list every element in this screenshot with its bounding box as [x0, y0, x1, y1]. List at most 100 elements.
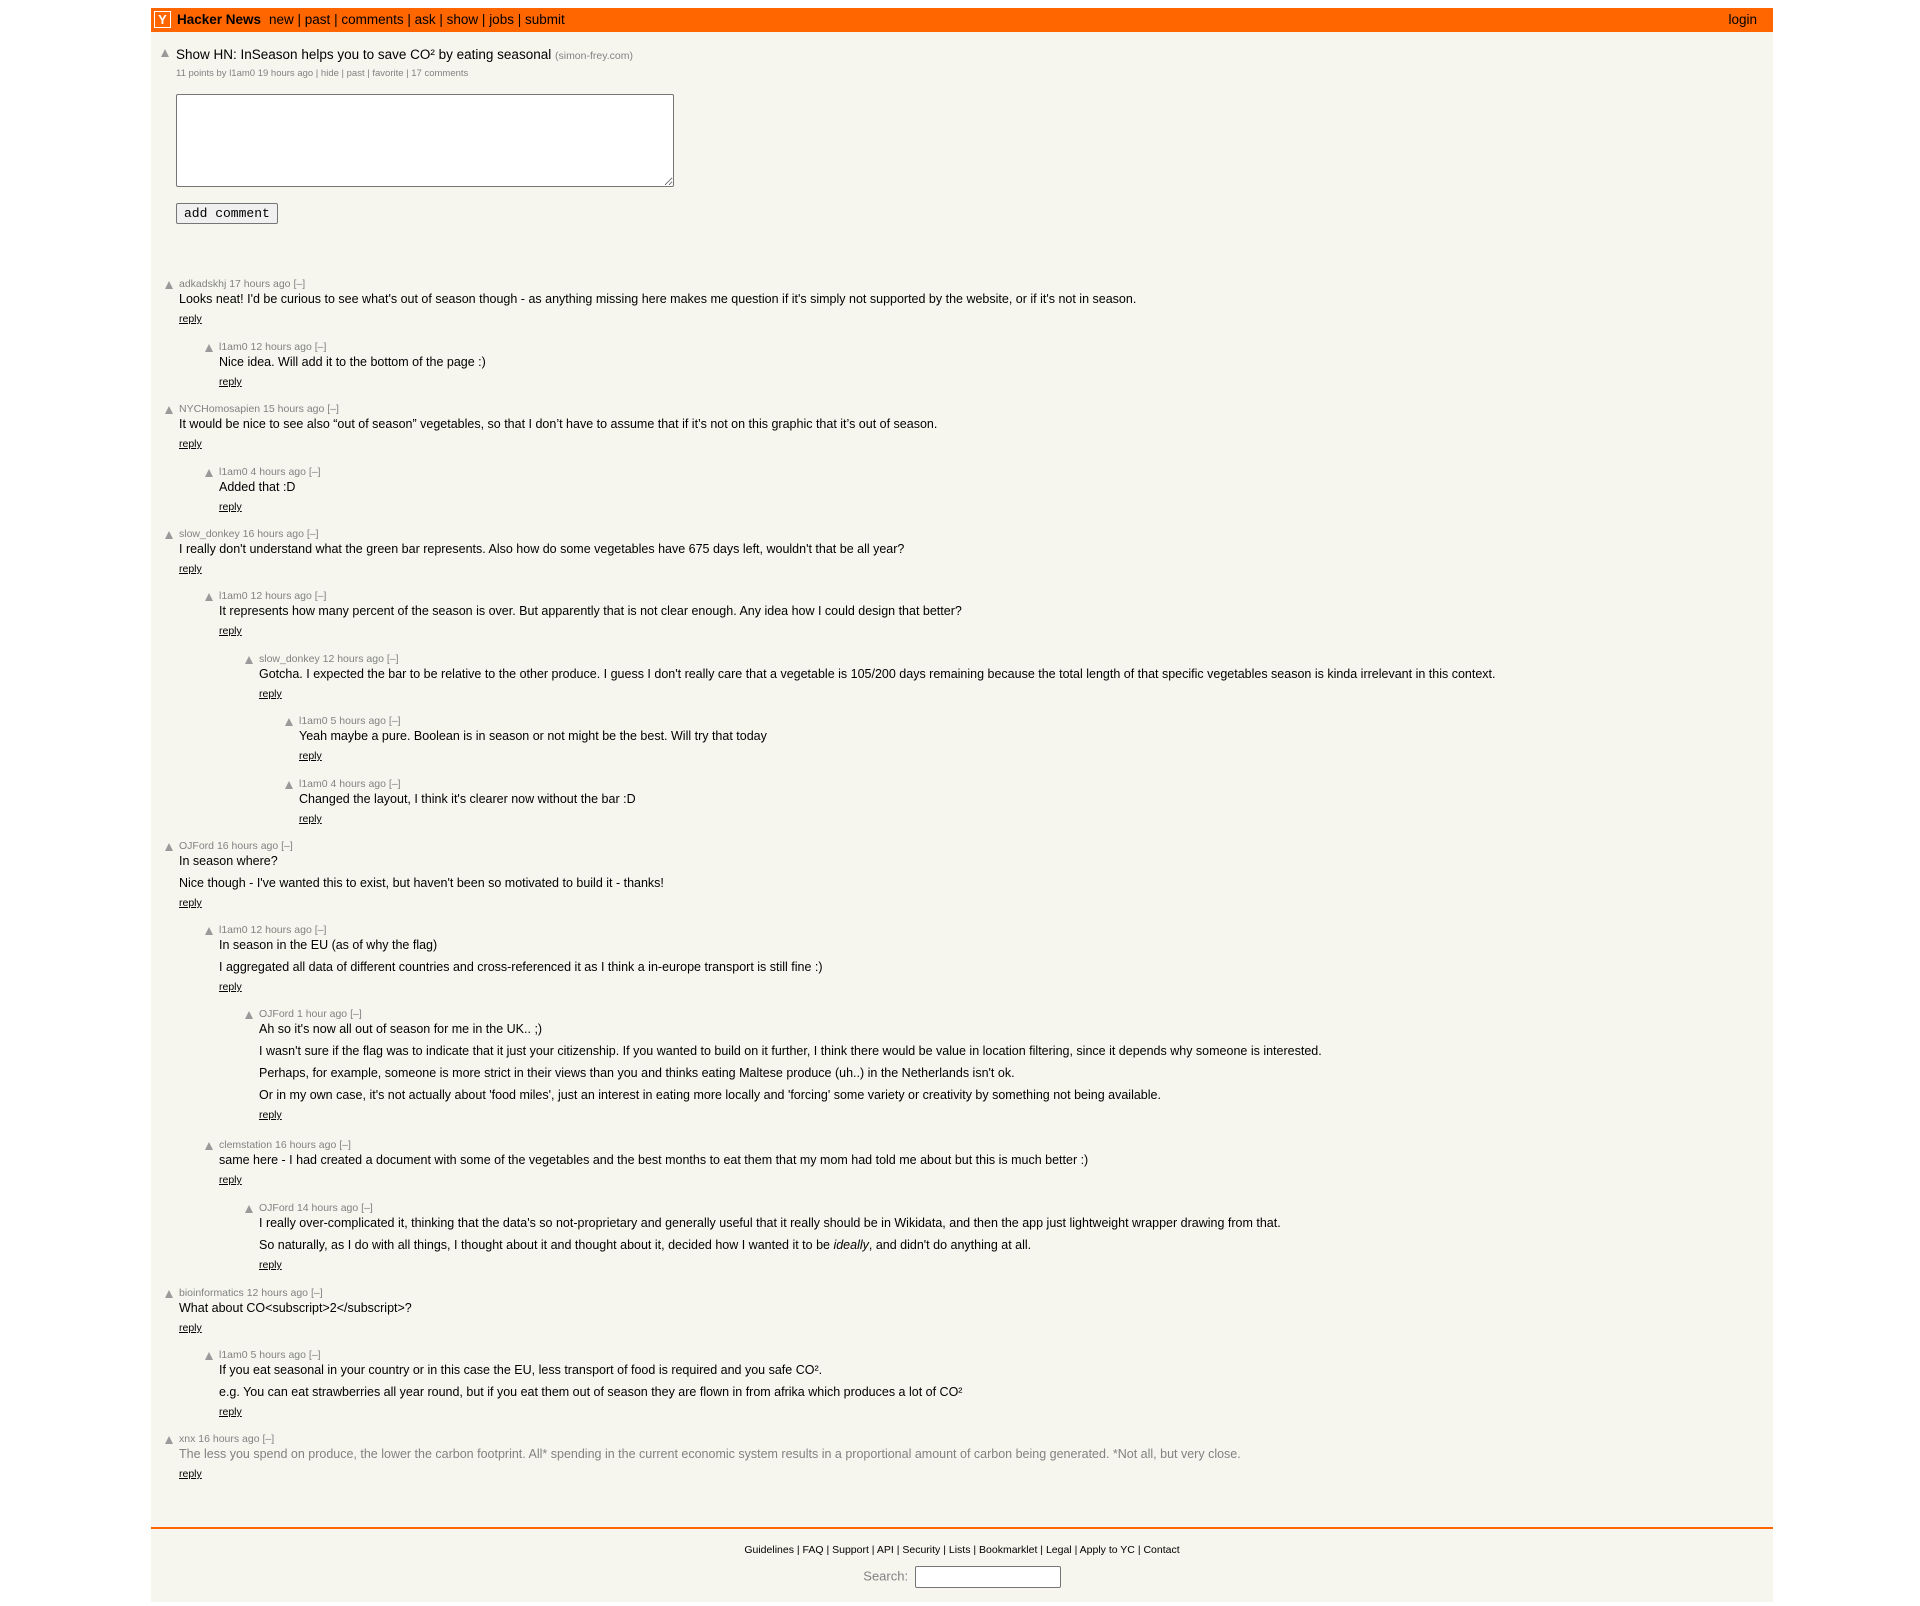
footer-support[interactable]: Support — [832, 1544, 869, 1556]
add-comment-button[interactable]: add comment — [176, 203, 278, 224]
upvote-arrow-icon[interactable] — [245, 656, 253, 664]
reply-link[interactable]: reply — [179, 563, 202, 575]
story-comments-link[interactable]: 17 comments — [411, 68, 468, 79]
nav-submit[interactable]: submit — [525, 12, 565, 27]
upvote-arrow-icon[interactable] — [205, 1352, 213, 1360]
reply-link[interactable]: reply — [259, 1109, 282, 1121]
footer-bookmarklet[interactable]: Bookmarklet — [979, 1544, 1037, 1556]
upvote-arrow-icon[interactable] — [165, 1436, 173, 1444]
comment-user-link[interactable]: OJFord — [179, 840, 214, 852]
reply-link[interactable]: reply — [259, 688, 282, 700]
site-name-link[interactable]: Hacker News — [177, 12, 261, 27]
reply-link[interactable]: reply — [219, 981, 242, 993]
comment-age-link[interactable]: 14 hours ago — [297, 1202, 358, 1214]
story-site-link[interactable]: (simon-frey.com) — [555, 50, 633, 62]
nav-show[interactable]: show — [447, 12, 479, 27]
footer-api[interactable]: API — [877, 1544, 894, 1556]
collapse-toggle[interactable]: [–] — [339, 1139, 351, 1151]
comment-age-link[interactable]: 5 hours ago — [251, 1349, 306, 1361]
comment-age-link[interactable]: 5 hours ago — [331, 715, 386, 727]
comment-user-link[interactable]: slow_donkey — [259, 653, 320, 665]
collapse-toggle[interactable]: [–] — [327, 403, 339, 415]
reply-link[interactable]: reply — [219, 501, 242, 513]
footer-apply-yc[interactable]: Apply to YC — [1080, 1544, 1135, 1556]
comment-age-link[interactable]: 16 hours ago — [198, 1433, 259, 1445]
comment-user-link[interactable]: NYCHomosapien — [179, 403, 260, 415]
collapse-toggle[interactable]: [–] — [309, 466, 321, 478]
collapse-toggle[interactable]: [–] — [389, 715, 401, 727]
collapse-toggle[interactable]: [–] — [389, 778, 401, 790]
footer-contact[interactable]: Contact — [1143, 1544, 1179, 1556]
comment-user-link[interactable]: clemstation — [219, 1139, 272, 1151]
comment-user-link[interactable]: l1am0 — [219, 590, 248, 602]
upvote-arrow-icon[interactable] — [165, 406, 173, 414]
collapse-toggle[interactable]: [–] — [387, 653, 399, 665]
upvote-arrow-icon[interactable] — [245, 1205, 253, 1213]
upvote-arrow-icon[interactable] — [245, 1011, 253, 1019]
upvote-arrow-icon[interactable] — [205, 469, 213, 477]
nav-comments[interactable]: comments — [341, 12, 403, 27]
reply-link[interactable]: reply — [219, 625, 242, 637]
comment-age-link[interactable]: 12 hours ago — [251, 590, 312, 602]
comment-age-link[interactable]: 16 hours ago — [217, 840, 278, 852]
reply-link[interactable]: reply — [179, 1322, 202, 1334]
reply-link[interactable]: reply — [219, 1406, 242, 1418]
comment-user-link[interactable]: l1am0 — [219, 924, 248, 936]
story-past-link[interactable]: past — [347, 68, 365, 79]
footer-security[interactable]: Security — [902, 1544, 940, 1556]
reply-link[interactable]: reply — [299, 750, 322, 762]
upvote-arrow-icon[interactable] — [165, 531, 173, 539]
upvote-arrow-icon[interactable] — [165, 1290, 173, 1298]
footer-legal[interactable]: Legal — [1046, 1544, 1072, 1556]
comment-user-link[interactable]: l1am0 — [219, 1349, 248, 1361]
story-hide-link[interactable]: hide — [321, 68, 339, 79]
comment-user-link[interactable]: bioinformatics — [179, 1287, 244, 1299]
story-user-link[interactable]: l1am0 — [229, 68, 255, 79]
upvote-arrow-icon[interactable] — [205, 927, 213, 935]
reply-link[interactable]: reply — [179, 313, 202, 325]
comment-age-link[interactable]: 1 hour ago — [297, 1008, 347, 1020]
comment-age-link[interactable]: 12 hours ago — [251, 341, 312, 353]
comment-user-link[interactable]: l1am0 — [299, 778, 328, 790]
collapse-toggle[interactable]: [–] — [315, 341, 327, 353]
reply-link[interactable]: reply — [259, 1259, 282, 1271]
comment-age-link[interactable]: 12 hours ago — [247, 1287, 308, 1299]
comment-age-link[interactable]: 17 hours ago — [229, 278, 290, 290]
login-link[interactable]: login — [1728, 12, 1757, 27]
reply-link[interactable]: reply — [219, 376, 242, 388]
upvote-arrow-icon[interactable] — [205, 1142, 213, 1150]
y-logo-icon[interactable]: Y — [154, 11, 171, 28]
comment-user-link[interactable]: l1am0 — [299, 715, 328, 727]
comment-user-link[interactable]: slow_donkey — [179, 528, 240, 540]
comment-age-link[interactable]: 4 hours ago — [331, 778, 386, 790]
collapse-toggle[interactable]: [–] — [309, 1349, 321, 1361]
reply-link[interactable]: reply — [219, 1174, 242, 1186]
footer-faq[interactable]: FAQ — [803, 1544, 824, 1556]
footer-lists[interactable]: Lists — [949, 1544, 971, 1556]
story-title-link[interactable]: Show HN: InSeason helps you to save CO² … — [176, 47, 551, 62]
upvote-arrow-icon[interactable] — [165, 843, 173, 851]
story-upvote-arrow-icon[interactable] — [161, 49, 169, 57]
comment-age-link[interactable]: 12 hours ago — [323, 653, 384, 665]
collapse-toggle[interactable]: [–] — [350, 1008, 362, 1020]
upvote-arrow-icon[interactable] — [285, 718, 293, 726]
story-favorite-link[interactable]: favorite — [372, 68, 403, 79]
collapse-toggle[interactable]: [–] — [263, 1433, 275, 1445]
nav-past[interactable]: past — [305, 12, 331, 27]
comment-textarea[interactable] — [176, 94, 674, 187]
comment-user-link[interactable]: xnx — [179, 1433, 195, 1445]
comment-user-link[interactable]: l1am0 — [219, 341, 248, 353]
comment-user-link[interactable]: OJFord — [259, 1202, 294, 1214]
reply-link[interactable]: reply — [179, 1468, 202, 1480]
comment-age-link[interactable]: 16 hours ago — [275, 1139, 336, 1151]
reply-link[interactable]: reply — [179, 438, 202, 450]
comment-age-link[interactable]: 15 hours ago — [263, 403, 324, 415]
collapse-toggle[interactable]: [–] — [311, 1287, 323, 1299]
collapse-toggle[interactable]: [–] — [315, 590, 327, 602]
nav-ask[interactable]: ask — [415, 12, 436, 27]
comment-age-link[interactable]: 12 hours ago — [251, 924, 312, 936]
upvote-arrow-icon[interactable] — [205, 593, 213, 601]
upvote-arrow-icon[interactable] — [285, 781, 293, 789]
reply-link[interactable]: reply — [299, 813, 322, 825]
collapse-toggle[interactable]: [–] — [315, 924, 327, 936]
